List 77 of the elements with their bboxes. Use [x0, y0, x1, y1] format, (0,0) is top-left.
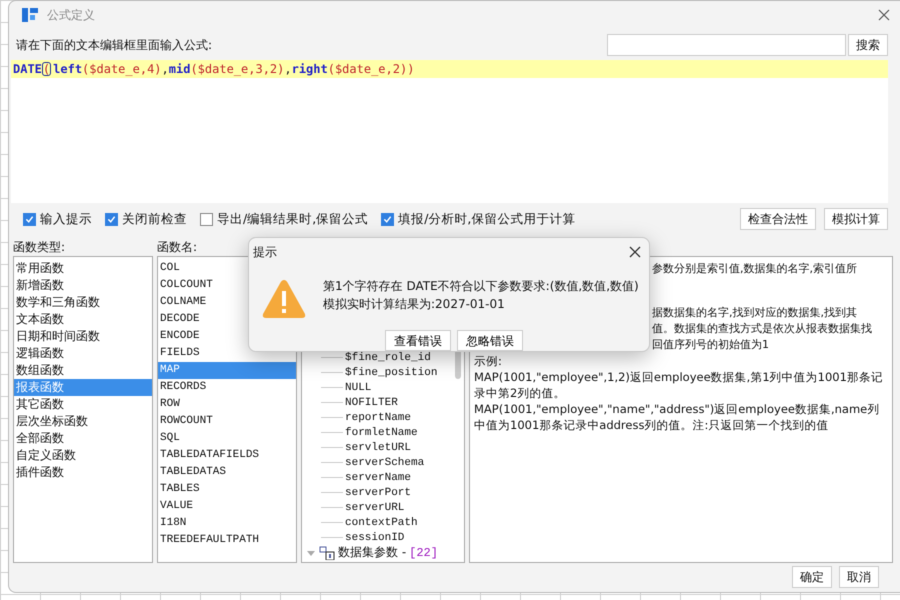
tree-item[interactable]: 数据集参数 - [338, 544, 406, 561]
list-item[interactable]: 全部函数 [14, 430, 152, 447]
list-item[interactable]: 自定义函数 [14, 447, 152, 464]
list-item[interactable]: 新增函数 [14, 277, 152, 294]
list-item[interactable]: 日期和时间函数 [14, 328, 152, 345]
checkbox[interactable] [105, 212, 118, 226]
list-item[interactable]: I18N [158, 515, 296, 532]
list-item[interactable]: ROWCOUNT [158, 413, 296, 430]
dialog-button[interactable]: 忽略错误 [457, 330, 523, 351]
list-item[interactable]: 数学和三角函数 [14, 294, 152, 311]
formula-editor[interactable]: DATE( left($date_e,4),mid($date_e,3,2),right($date_e,2)) [11, 60, 888, 203]
list-item[interactable]: FIELDS [158, 345, 296, 362]
close-icon[interactable] [629, 246, 641, 258]
tree-item[interactable]: $fine_position [345, 366, 438, 378]
tree-item[interactable]: contextPath [345, 516, 418, 528]
dataset-icon [319, 546, 335, 560]
formula-text: DATE( left($date_e,4),mid($date_e,3,2),right($date_e,2)) [11, 60, 888, 78]
list-label: 函数名: [157, 239, 198, 256]
checkbox[interactable] [381, 212, 394, 226]
expand-icon[interactable] [306, 548, 316, 556]
dialog-button[interactable]: 取消 [839, 566, 879, 588]
checkbox-label: 导出/编辑结果时,保留公式 [217, 210, 368, 228]
description-text: 据数据集的名字,找到对应的数据集,找到其 [652, 305, 857, 321]
example-text: MAP(1001,"employee","name","address")返回employee数据集,name列中值为1001那条记录中address列的值。注:只返回第一个找到的值 [474, 401, 880, 433]
window-title: 公式定义 [47, 6, 96, 24]
list-item[interactable]: RECORDS [158, 379, 296, 396]
list-item[interactable]: 逻辑函数 [14, 345, 152, 362]
list-label: 函数类型: [13, 239, 66, 256]
checkbox[interactable] [200, 212, 213, 226]
tree-item[interactable]: NULL [345, 382, 372, 394]
warning-icon [261, 278, 307, 320]
tree-item[interactable]: formletName [345, 426, 418, 438]
tree-item[interactable]: sessionID [345, 532, 404, 544]
tree-item[interactable]: serverURL [345, 502, 404, 514]
item-count: [22] [409, 546, 438, 560]
list-item[interactable]: 层次坐标函数 [14, 413, 152, 430]
prompt-label: 请在下面的文本编辑框里面输入公式: [16, 36, 212, 54]
tree-item[interactable]: serverPort [345, 486, 412, 498]
list-item[interactable]: VALUE [158, 498, 296, 515]
checkbox[interactable] [23, 212, 36, 226]
search-field[interactable] [607, 34, 846, 56]
checkbox-label: 填报/分析时,保留公式用于计算 [398, 210, 576, 228]
description-text: 值。数据集的查找方式是依次从报表数据集找 [652, 321, 872, 337]
list-item[interactable]: TABLEDATAFIELDS [158, 447, 296, 464]
tree-item[interactable]: $fine_role_id [345, 352, 431, 364]
checkbox-label: 输入提示 [40, 210, 92, 228]
alert-message: 模拟实时计算结果为:2027-01-01 [323, 296, 506, 313]
list-item[interactable]: 常用函数 [14, 260, 152, 277]
example-text: MAP(1001,"employee",1,2)返回employee数据集,第1列中值为1001那条记录中第2列的值。 [474, 369, 884, 401]
list-item[interactable]: 插件函数 [14, 464, 152, 481]
description-text: 回值序列号的初始值为1 [652, 337, 769, 353]
list-item[interactable]: 其它函数 [14, 396, 152, 413]
list-item[interactable]: TREEDEFAULTPATH [158, 532, 296, 549]
tree-item[interactable]: servletURL [345, 442, 412, 454]
list-item[interactable]: TABLEDATAS [158, 464, 296, 481]
action-button[interactable]: 模拟计算 [824, 208, 888, 230]
list-item[interactable]: SQL [158, 430, 296, 447]
app-logo-icon [21, 6, 39, 24]
tree-item[interactable]: NOFILTER [345, 396, 398, 408]
dialog-title: 提示 [253, 244, 277, 260]
search-button[interactable]: 搜索 [848, 34, 888, 56]
checkbox-label: 关闭前检查 [122, 210, 187, 228]
scrollbar-thumb[interactable] [455, 349, 461, 379]
list-item[interactable]: 文本函数 [14, 311, 152, 328]
dialog-button[interactable]: 确定 [792, 566, 832, 588]
close-icon[interactable] [878, 9, 890, 21]
tree-item[interactable]: serverName [345, 472, 412, 484]
example-heading: 示例: [474, 353, 503, 369]
action-button[interactable]: 检查合法性 [740, 208, 816, 230]
tree-item[interactable]: reportName [345, 412, 412, 424]
tree-item[interactable]: serverSchema [345, 456, 424, 468]
alert-message: 第1个字符存在 DATE不符合以下参数要求:(数值,数值,数值) [323, 278, 639, 295]
list-item[interactable]: ROW [158, 396, 296, 413]
list-item[interactable]: TABLES [158, 481, 296, 498]
dialog-button[interactable]: 查看错误 [385, 330, 451, 351]
list-item[interactable]: 数组函数 [14, 362, 152, 379]
description-text: 参数分别是索引值,数据集的名字,索引值所 [652, 261, 857, 277]
